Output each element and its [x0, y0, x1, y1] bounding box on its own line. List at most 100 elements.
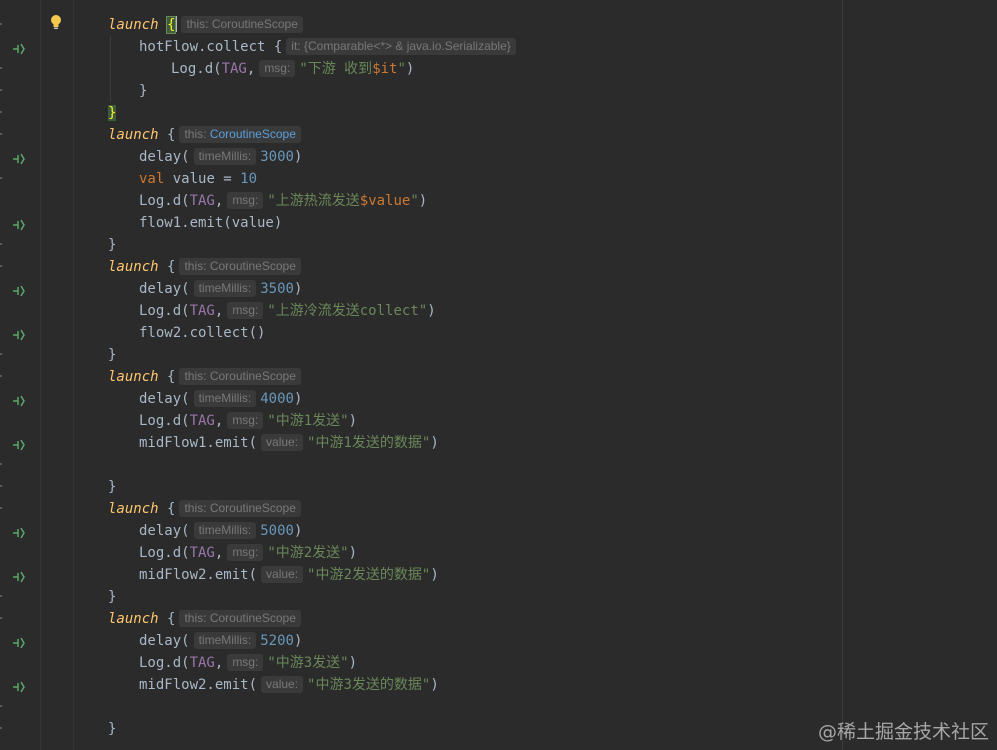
code-line[interactable]: Log.d(TAG, msg: "中游2发送"): [139, 542, 357, 564]
code-line[interactable]: }: [108, 344, 116, 366]
line-mark: [0, 174, 4, 183]
string-template: $value: [359, 193, 411, 209]
code-line[interactable]: }: [108, 102, 117, 124]
code-line[interactable]: delay(timeMillis: 3000): [139, 146, 302, 168]
code-line[interactable]: Log.d(TAG, msg: "上游冷流发送collect"): [139, 300, 436, 322]
code-line[interactable]: launch {this: CoroutineScope: [108, 366, 305, 388]
inlay-hint: it: {Comparable<*> & java.io.Serializabl…: [286, 38, 516, 55]
code-line[interactable]: val value = 10: [139, 168, 257, 190]
line-mark: [0, 86, 4, 95]
suspend-call-icon[interactable]: [11, 282, 27, 297]
launch-keyword: launch: [108, 501, 159, 517]
inlay-hint: timeMillis:: [193, 390, 257, 407]
string-literal: "中游3发送的数据": [307, 677, 431, 693]
opening-brace: {: [167, 259, 176, 275]
suspend-call-icon[interactable]: [11, 678, 27, 693]
inlay-hint: msg:: [227, 302, 264, 319]
inlay-hint: timeMillis:: [193, 632, 257, 649]
suspend-call-icon[interactable]: [11, 392, 27, 407]
launch-keyword: launch: [108, 17, 159, 33]
code-line[interactable]: }: [139, 80, 147, 102]
number-literal: 10: [240, 171, 258, 187]
indent-guide: [110, 36, 111, 102]
collect-call: hotFlow.collect {: [139, 39, 283, 55]
inlay-hint: timeMillis:: [193, 148, 257, 165]
suspend-call-icon[interactable]: [11, 568, 27, 583]
code-line[interactable]: }: [108, 718, 116, 740]
code-line[interactable]: delay(timeMillis: 3500): [139, 278, 302, 300]
launch-keyword: launch: [108, 611, 159, 627]
string-literal: "中游3发送": [267, 655, 349, 671]
matched-brace: {: [165, 16, 177, 34]
suspend-call-icon[interactable]: [11, 216, 27, 231]
paren: ): [293, 391, 303, 407]
tag-constant: TAG: [221, 61, 247, 77]
closing-brace: }: [108, 589, 117, 605]
code-line[interactable]: }: [108, 586, 116, 608]
delay-value: 3000: [260, 149, 294, 165]
code-line[interactable]: Log.d(TAG, msg: "下游 收到$it"): [171, 58, 414, 80]
closing-brace: }: [108, 721, 117, 737]
string-literal: "下游 收到: [299, 61, 373, 77]
paren: ): [293, 523, 303, 539]
code-line[interactable]: Log.d(TAG, msg: "中游3发送"): [139, 652, 357, 674]
code-line[interactable]: midFlow2.emit(value: "中游2发送的数据"): [139, 564, 439, 586]
code-line[interactable]: Log.d(TAG, msg: "中游1发送"): [139, 410, 357, 432]
code-line[interactable]: launch {this: CoroutineScope: [108, 256, 305, 278]
code-line[interactable]: flow2.collect(): [139, 322, 265, 344]
code-line[interactable]: hotFlow.collect {it: {Comparable<*> & ja…: [139, 36, 520, 58]
emit-call: midFlow2.emit(: [139, 567, 258, 583]
delay-call: delay(: [139, 281, 190, 297]
code-line[interactable]: launch {this: CoroutineScope: [108, 608, 305, 630]
paren: ): [348, 413, 358, 429]
comma: ,: [214, 193, 224, 209]
inlay-hint: this: CoroutineScope: [179, 500, 301, 517]
comma: ,: [214, 303, 224, 319]
inlay-hint: this: CoroutineScope: [179, 368, 301, 385]
code-line[interactable]: delay(timeMillis: 5200): [139, 630, 302, 652]
inlay-hint: this: CoroutineScope: [179, 258, 301, 275]
code-line[interactable]: launch {this: CoroutineScope: [108, 14, 307, 36]
paren: ): [293, 633, 303, 649]
code-line[interactable]: launch {this: CoroutineScope: [108, 124, 305, 146]
opening-brace: {: [167, 611, 176, 627]
gutter-fold-divider: [73, 0, 74, 750]
code-line[interactable]: }: [108, 476, 116, 498]
suspend-call-icon[interactable]: [11, 150, 27, 165]
line-mark: [0, 64, 4, 73]
emit-call: midFlow1.emit(: [139, 435, 258, 451]
suspend-call-icon[interactable]: [11, 40, 27, 55]
tag-constant: TAG: [189, 193, 215, 209]
closing-brace: }: [139, 83, 148, 99]
paren: ): [430, 677, 439, 693]
code-line[interactable]: Log.d(TAG, msg: "上游热流发送$value"): [139, 190, 427, 212]
tag-constant: TAG: [189, 655, 215, 671]
code-line[interactable]: flow1.emit(value): [139, 212, 282, 234]
code-line[interactable]: midFlow2.emit(value: "中游3发送的数据"): [139, 674, 439, 696]
code-line[interactable]: midFlow1.emit(value: "中游1发送的数据"): [139, 432, 439, 454]
paren: ): [430, 567, 439, 583]
line-mark: [0, 592, 4, 601]
delay-value: 4000: [260, 391, 294, 407]
code-line[interactable]: delay(timeMillis: 5000): [139, 520, 302, 542]
delay-call: delay(: [139, 149, 190, 165]
delay-call: delay(: [139, 391, 190, 407]
suspend-call-icon[interactable]: [11, 524, 27, 539]
string-literal: "上游热流发送: [267, 193, 360, 209]
suspend-call-icon[interactable]: [11, 326, 27, 341]
code-line[interactable]: }: [108, 234, 116, 256]
line-mark: [0, 130, 4, 139]
suspend-call-icon[interactable]: [11, 634, 27, 649]
code-line[interactable]: launch {this: CoroutineScope: [108, 498, 305, 520]
lightbulb-icon[interactable]: [49, 14, 63, 32]
line-mark: [0, 20, 4, 29]
val-keyword: val: [139, 171, 165, 187]
suspend-call-icon[interactable]: [11, 436, 27, 451]
delay-call: delay(: [139, 523, 190, 539]
string-literal: "中游1发送的数据": [307, 435, 431, 451]
string-literal: "中游2发送的数据": [307, 567, 431, 583]
inlay-hint: msg:: [259, 60, 296, 77]
log-call: Log.d(: [139, 193, 190, 209]
code-line[interactable]: delay(timeMillis: 4000): [139, 388, 302, 410]
inlay-hint: timeMillis:: [193, 280, 257, 297]
